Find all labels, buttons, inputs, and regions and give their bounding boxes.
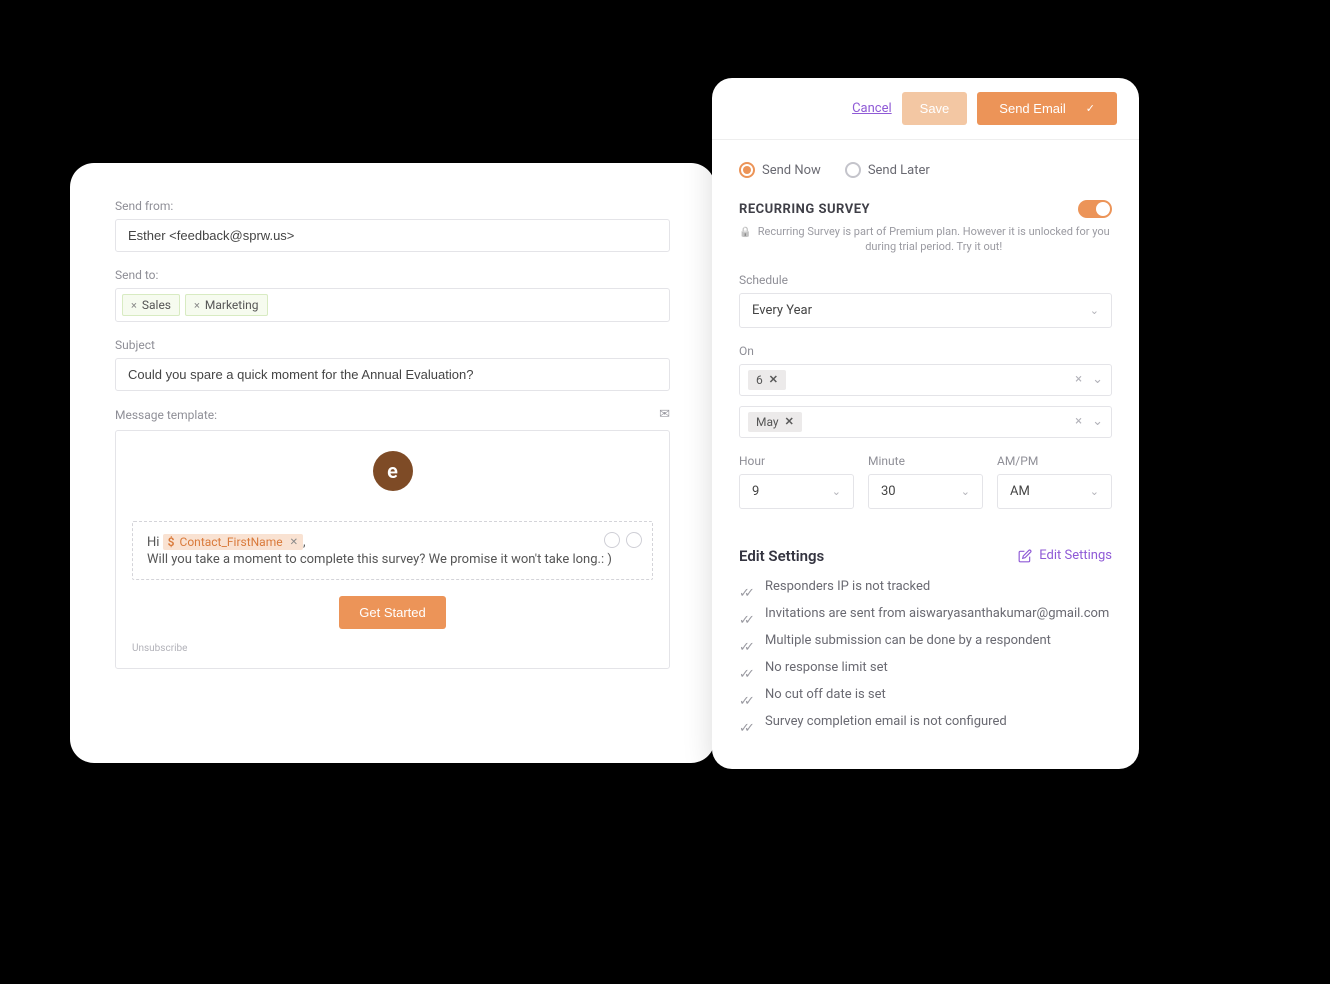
- settings-item: Invitations are sent from aiswaryasantha…: [739, 606, 1112, 621]
- hour-dropdown[interactable]: 9 ⌄: [739, 474, 854, 509]
- schedule-value: Every Year: [752, 303, 812, 318]
- compose-panel: Send from: Send to: × Sales × Marketing …: [70, 163, 715, 763]
- send-timing-radio-group: Send Now Send Later: [739, 162, 1112, 178]
- settings-item: Multiple submission can be done by a res…: [739, 633, 1112, 648]
- body-line: Will you take a moment to complete this …: [147, 552, 638, 567]
- greeting-suffix: ,: [303, 535, 306, 550]
- radio-icon: [739, 162, 755, 178]
- selected-chip[interactable]: May ✕: [748, 412, 802, 432]
- close-icon[interactable]: ×: [194, 299, 200, 312]
- edit-settings-link[interactable]: Edit Settings: [1018, 548, 1112, 563]
- settings-item-text: Multiple submission can be done by a res…: [765, 633, 1051, 648]
- minute-value: 30: [881, 484, 896, 499]
- clear-icon[interactable]: ×: [1075, 372, 1082, 387]
- minute-dropdown[interactable]: 30 ⌄: [868, 474, 983, 509]
- chevron-down-icon: ⌄: [1090, 485, 1099, 498]
- close-icon[interactable]: ✕: [769, 373, 778, 386]
- send-email-button[interactable]: Send Email ✓: [977, 92, 1117, 125]
- close-icon[interactable]: ✕: [785, 415, 794, 428]
- greeting-prefix: Hi: [147, 535, 163, 550]
- variable-insert-icon[interactable]: [626, 532, 642, 548]
- lock-icon: [739, 224, 751, 255]
- ampm-dropdown[interactable]: AM ⌄: [997, 474, 1112, 509]
- get-started-button[interactable]: Get Started: [339, 596, 445, 629]
- mail-icon: ✉: [659, 407, 670, 422]
- settings-item-text: Responders IP is not tracked: [765, 579, 930, 594]
- premium-note-text: Recurring Survey is part of Premium plan…: [755, 224, 1112, 255]
- edit-settings-title: Edit Settings: [739, 547, 824, 565]
- settings-item-text: No response limit set: [765, 660, 888, 675]
- chevron-down-icon: ⌄: [961, 485, 970, 498]
- settings-item: No response limit set: [739, 660, 1112, 675]
- ampm-value: AM: [1010, 484, 1030, 499]
- radio-icon: [845, 162, 861, 178]
- settings-item-text: Invitations are sent from aiswaryasantha…: [765, 606, 1109, 621]
- minute-label: Minute: [868, 454, 983, 468]
- send-to-input[interactable]: × Sales × Marketing: [115, 288, 670, 322]
- brand-logo: e: [373, 451, 413, 491]
- settings-item: Survey completion email is not configure…: [739, 714, 1112, 729]
- send-email-label: Send Email: [999, 101, 1065, 116]
- subject-input[interactable]: [115, 358, 670, 391]
- check-icon: ✓: [1086, 102, 1095, 115]
- recurring-toggle[interactable]: [1078, 200, 1112, 218]
- chevron-down-icon: ⌄: [832, 485, 841, 498]
- send-from-label: Send from:: [115, 199, 670, 213]
- send-to-label: Send to:: [115, 268, 670, 282]
- close-icon[interactable]: ×: [131, 299, 137, 312]
- unsubscribe-link[interactable]: Unsubscribe: [132, 643, 653, 654]
- hour-label: Hour: [739, 454, 854, 468]
- settings-list: Responders IP is not tracked Invitations…: [739, 579, 1112, 729]
- on-day-select[interactable]: 6 ✕ × ⌄: [739, 364, 1112, 396]
- recipient-tag-label: Sales: [142, 298, 171, 312]
- schedule-panel: Cancel Save Send Email ✓ Send Now Send L…: [712, 78, 1139, 769]
- on-month-select[interactable]: May ✕ × ⌄: [739, 406, 1112, 438]
- message-body-editor[interactable]: Hi $Contact_FirstName✕, Will you take a …: [132, 521, 653, 580]
- recurring-survey-title: RECURRING SURVEY: [739, 202, 870, 217]
- ampm-label: AM/PM: [997, 454, 1112, 468]
- message-template-label: Message template:: [115, 408, 217, 422]
- settings-item-text: Survey completion email is not configure…: [765, 714, 1007, 729]
- settings-item: Responders IP is not tracked: [739, 579, 1112, 594]
- on-label: On: [739, 344, 1112, 358]
- send-from-input[interactable]: [115, 219, 670, 252]
- subject-label: Subject: [115, 338, 670, 352]
- schedule-label: Schedule: [739, 273, 1112, 287]
- message-template-area: e Hi $Contact_FirstName✕, Will you take …: [115, 430, 670, 669]
- hour-value: 9: [752, 484, 759, 499]
- clear-icon[interactable]: ×: [1075, 414, 1082, 429]
- recipient-tag[interactable]: × Marketing: [185, 294, 267, 316]
- chip-label: May: [756, 415, 779, 429]
- edit-settings-link-label: Edit Settings: [1039, 548, 1112, 563]
- close-icon[interactable]: ✕: [290, 537, 298, 548]
- settings-item-text: No cut off date is set: [765, 687, 886, 702]
- emoji-icon[interactable]: [604, 532, 620, 548]
- selected-chip[interactable]: 6 ✕: [748, 370, 786, 390]
- radio-send-now[interactable]: Send Now: [739, 162, 821, 178]
- variable-token-label: Contact_FirstName: [180, 535, 283, 549]
- recipient-tag-label: Marketing: [205, 298, 259, 312]
- save-button[interactable]: Save: [902, 92, 968, 125]
- chevron-down-icon: ⌄: [1090, 304, 1099, 317]
- panel-header: Cancel Save Send Email ✓: [712, 78, 1139, 140]
- schedule-dropdown[interactable]: Every Year ⌄: [739, 293, 1112, 328]
- chevron-down-icon[interactable]: ⌄: [1092, 414, 1103, 429]
- edit-icon: [1018, 549, 1032, 563]
- brand-logo-letter: e: [387, 459, 398, 483]
- chip-label: 6: [756, 373, 763, 387]
- premium-note: Recurring Survey is part of Premium plan…: [739, 224, 1112, 255]
- chevron-down-icon[interactable]: ⌄: [1092, 372, 1103, 387]
- variable-token[interactable]: $Contact_FirstName✕: [163, 534, 303, 550]
- radio-send-now-label: Send Now: [762, 163, 821, 178]
- recipient-tag[interactable]: × Sales: [122, 294, 180, 316]
- radio-send-later-label: Send Later: [868, 163, 930, 178]
- radio-send-later[interactable]: Send Later: [845, 162, 930, 178]
- settings-item: No cut off date is set: [739, 687, 1112, 702]
- cancel-button[interactable]: Cancel: [852, 101, 892, 116]
